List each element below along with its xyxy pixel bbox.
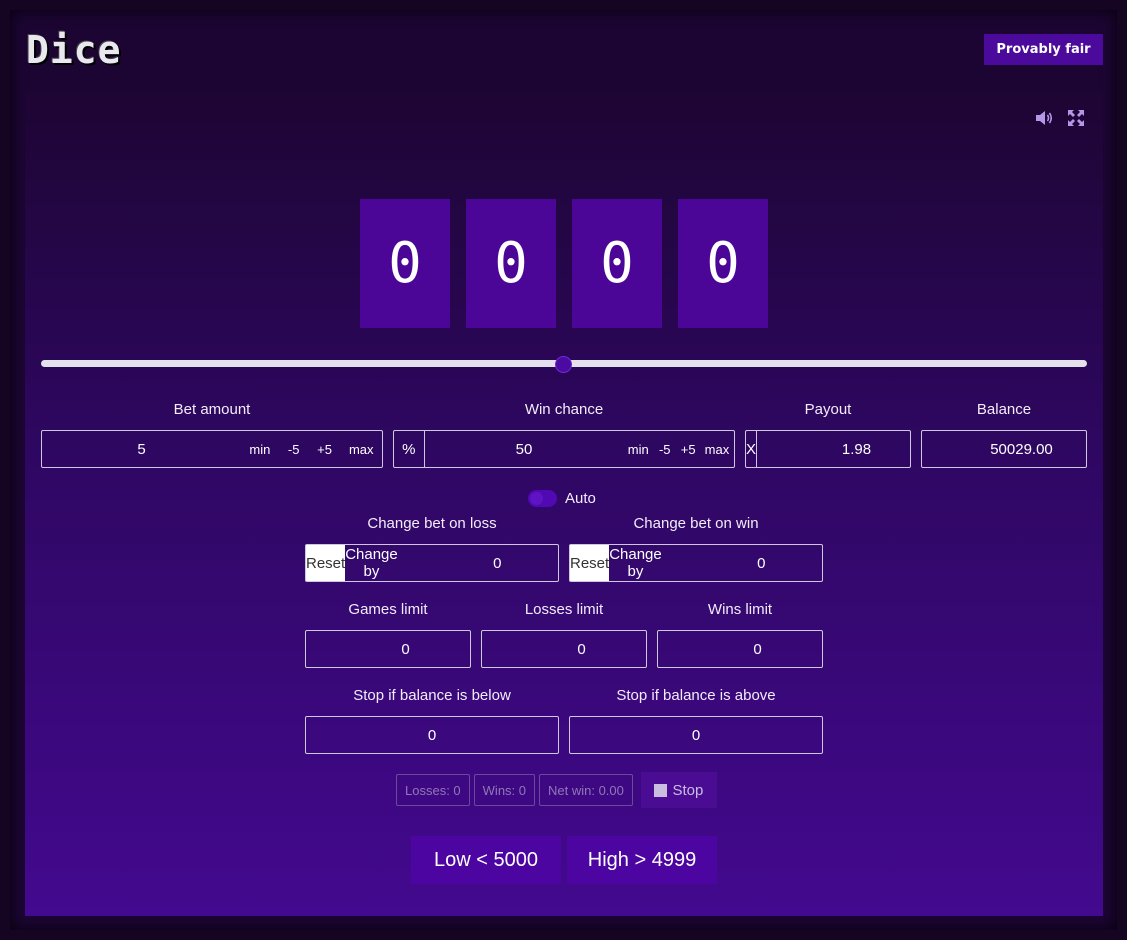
dice-logo: Dice (26, 28, 122, 72)
games-limit-input[interactable] (306, 631, 505, 667)
stop-below-group (305, 716, 559, 754)
losses-stat: Losses: 0 (396, 774, 470, 806)
percent-prefix: % (394, 431, 425, 467)
wins-stat: Wins: 0 (473, 774, 535, 806)
bet-plus-button[interactable]: +5 (309, 431, 341, 467)
change-on-loss-group: Reset Change by (305, 544, 597, 582)
loss-change-input[interactable] (397, 545, 597, 581)
chance-minus-button[interactable]: -5 (653, 431, 676, 467)
chance-min-button[interactable]: min (624, 431, 654, 467)
bet-max-button[interactable]: max (340, 431, 382, 467)
provably-fair-button[interactable]: Provably fair (984, 34, 1103, 65)
result-digit: 0 (572, 199, 662, 328)
losses-limit-input[interactable] (482, 631, 681, 667)
wins-limit-label: Wins limit (707, 601, 773, 618)
auto-label: Auto (565, 490, 596, 507)
win-reset-button[interactable]: Reset (570, 545, 610, 581)
losses-limit-group (481, 630, 681, 668)
win-chance-group: % min -5 +5 max (393, 430, 735, 468)
games-limit-label: Games limit (348, 601, 428, 618)
auto-stats: Losses: 0 Wins: 0 Net win: 0.00 Stop (396, 772, 717, 808)
bet-minus-button[interactable]: -5 (279, 431, 309, 467)
losses-limit-label: Losses limit (524, 601, 604, 618)
top-icons (1034, 108, 1086, 128)
bet-min-button[interactable]: min (241, 431, 279, 467)
stop-icon (654, 783, 668, 797)
auto-row: Auto (528, 490, 596, 507)
bet-low-button[interactable]: Low < 5000 (411, 836, 561, 884)
toggle-knob (530, 492, 543, 505)
win-change-input[interactable] (661, 545, 861, 581)
bet-high-button[interactable]: High > 4999 (567, 836, 717, 884)
auto-toggle[interactable] (528, 490, 557, 507)
bet-amount-group: min -5 +5 max (41, 430, 383, 468)
change-on-loss-label: Change bet on loss (367, 515, 497, 532)
wins-limit-input[interactable] (658, 631, 857, 667)
change-on-win-group: Reset Change by (569, 544, 861, 582)
bet-amount-input[interactable] (42, 431, 241, 467)
stop-button[interactable]: Stop (640, 772, 717, 808)
fullscreen-icon[interactable] (1066, 108, 1086, 128)
payout-group: X (745, 430, 957, 468)
balance-label: Balance (976, 401, 1032, 418)
chance-max-button[interactable]: max (700, 431, 734, 467)
volume-icon[interactable] (1034, 108, 1054, 128)
chance-plus-button[interactable]: +5 (676, 431, 699, 467)
net-win-stat: Net win: 0.00 (539, 774, 633, 806)
bet-buttons: Low < 5000 High > 4999 (411, 836, 717, 884)
wins-limit-group (657, 630, 857, 668)
dice-result-digits: 0 0 0 0 (360, 199, 768, 328)
bet-amount-label: Bet amount (173, 401, 251, 418)
win-chance-input[interactable] (424, 431, 624, 467)
stop-above-group (569, 716, 823, 754)
slider-handle[interactable] (555, 356, 572, 373)
result-digit: 0 (360, 199, 450, 328)
win-chance-label: Win chance (524, 401, 604, 418)
payout-label: Payout (804, 401, 852, 418)
stop-below-label: Stop if balance is below (353, 687, 511, 704)
games-limit-group (305, 630, 505, 668)
stop-above-input[interactable] (570, 717, 822, 753)
multiplier-prefix: X (746, 431, 758, 467)
balance-input (922, 431, 1121, 467)
result-digit: 0 (466, 199, 556, 328)
win-change-by-button[interactable]: Change by (609, 545, 662, 581)
loss-reset-button[interactable]: Reset (306, 545, 346, 581)
loss-change-by-button[interactable]: Change by (345, 545, 398, 581)
balance-group (921, 430, 1121, 468)
stop-below-input[interactable] (306, 717, 558, 753)
stop-label: Stop (672, 781, 704, 799)
stop-above-label: Stop if balance is above (616, 687, 776, 704)
change-on-win-label: Change bet on win (633, 515, 759, 532)
result-digit: 0 (678, 199, 768, 328)
